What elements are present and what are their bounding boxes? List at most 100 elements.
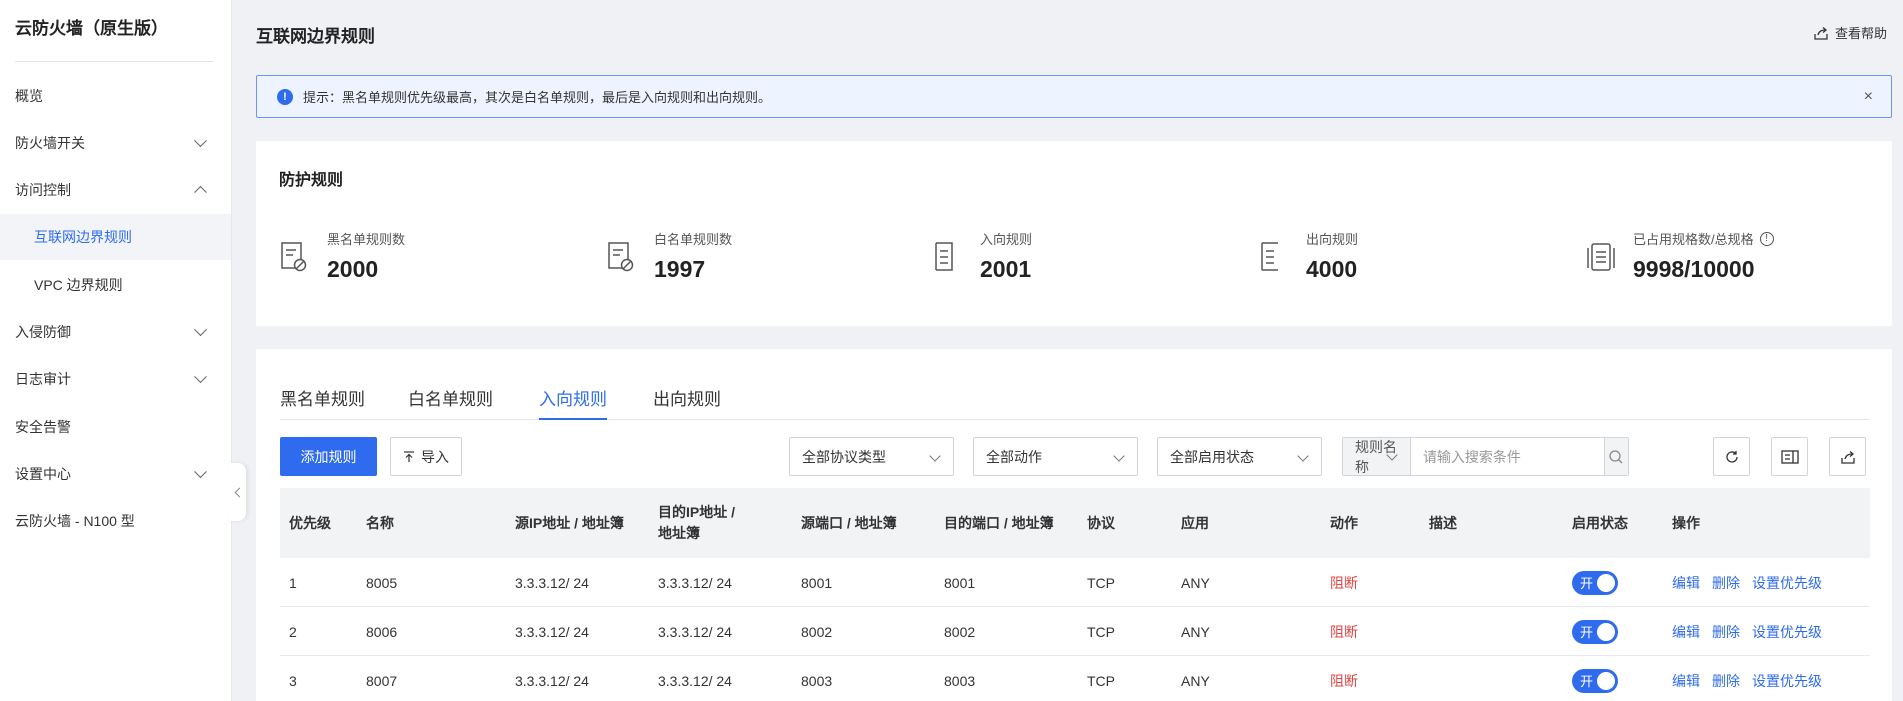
cell-src-ip: 3.3.3.12/ 24 <box>515 574 589 591</box>
document-list-icon <box>935 242 953 271</box>
import-button[interactable]: 导入 <box>390 437 462 476</box>
sidebar-item-label: 云防火墙 - N100 型 <box>15 513 135 529</box>
cell-priority: 3 <box>289 672 297 689</box>
document-check-icon <box>608 242 634 272</box>
sidebar-item-label: 安全告警 <box>15 419 71 435</box>
search-field-select[interactable]: 规则名称 <box>1343 438 1411 475</box>
column-header-line: 地址簿 <box>658 525 700 541</box>
upload-icon <box>404 450 414 462</box>
select-value: 规则名称 <box>1355 438 1397 475</box>
search-group: 规则名称 <box>1342 437 1629 476</box>
rules-table: 优先级 名称 源IP地址 / 地址簿 目的IP地址 / 地址簿 源端口 / 地址… <box>280 488 1870 701</box>
column-header-priority[interactable]: 优先级 <box>289 488 331 558</box>
chevron-down-icon <box>194 370 207 384</box>
refresh-icon <box>1725 450 1738 463</box>
edit-link[interactable]: 编辑 <box>1672 573 1700 593</box>
chevron-left-icon <box>234 487 245 497</box>
sidebar-item-access-control[interactable]: 访问控制 <box>0 167 231 213</box>
chevron-down-icon <box>194 323 207 337</box>
column-header-app[interactable]: 应用 <box>1181 488 1209 558</box>
brand-title: 云防火墙（原生版） <box>15 19 168 38</box>
column-header-description[interactable]: 描述 <box>1429 488 1457 558</box>
edit-link[interactable]: 编辑 <box>1672 671 1700 691</box>
close-icon[interactable]: × <box>1864 88 1873 106</box>
stat-label-text: 已占用规格数/总规格 <box>1633 232 1754 247</box>
sidebar: 云防火墙（原生版） 概览 防火墙开关 访问控制 互联网边界规则 VPC 边界规则… <box>0 0 232 701</box>
info-icon[interactable]: ! <box>1759 231 1774 246</box>
external-link-icon <box>1814 26 1828 40</box>
column-header-name[interactable]: 名称 <box>366 488 394 558</box>
stat-value: 9998/10000 <box>1633 256 1755 282</box>
column-settings-button[interactable] <box>1771 437 1808 476</box>
cell-protocol: TCP <box>1087 623 1115 640</box>
column-header-protocol[interactable]: 协议 <box>1087 488 1115 558</box>
sidebar-item-firewall-switch[interactable]: 防火墙开关 <box>0 120 231 166</box>
select-value: 全部协议类型 <box>802 448 886 465</box>
tab-outbound[interactable]: 出向规则 <box>653 385 721 420</box>
stat-label: 黑名单规则数 <box>327 232 406 247</box>
sidebar-item-log-audit[interactable]: 日志审计 <box>0 356 231 402</box>
help-link[interactable]: 查看帮助 <box>1813 23 1887 42</box>
edit-link[interactable]: 编辑 <box>1672 622 1700 642</box>
column-header-dst-ip[interactable]: 目的IP地址 / 地址簿 <box>658 488 735 558</box>
sidebar-item-label: 访问控制 <box>15 182 71 198</box>
sidebar-item-firewall-n100[interactable]: 云防火墙 - N100 型 <box>0 498 231 544</box>
sidebar-item-vpc-boundary-rules[interactable]: VPC 边界规则 <box>0 262 231 308</box>
column-header-dst-port[interactable]: 目的端口 / 地址簿 <box>944 488 1054 558</box>
stacked-documents-icon <box>1587 243 1615 271</box>
stat-inbound: 入向规则 2001 <box>932 229 1032 283</box>
status-toggle[interactable]: 开 <box>1572 619 1618 644</box>
set-priority-link[interactable]: 设置优先级 <box>1752 573 1822 593</box>
set-priority-link[interactable]: 设置优先级 <box>1752 671 1822 691</box>
status-filter-select[interactable]: 全部启用状态 <box>1157 437 1322 476</box>
sidebar-item-settings[interactable]: 设置中心 <box>0 451 231 497</box>
cell-name: 8005 <box>366 574 398 591</box>
tab-inbound[interactable]: 入向规则 <box>539 385 607 420</box>
cell-dst-port: 8002 <box>944 623 976 640</box>
search-input[interactable] <box>1410 438 1604 475</box>
stat-label: 出向规则 <box>1306 232 1359 247</box>
tab-blacklist[interactable]: 黑名单规则 <box>280 385 365 420</box>
column-header-src-ip[interactable]: 源IP地址 / 地址簿 <box>515 488 624 558</box>
sidebar-item-overview[interactable]: 概览 <box>0 73 231 119</box>
stat-whitelist: 白名单规则数 1997 <box>606 229 732 283</box>
cell-name: 8007 <box>366 672 398 689</box>
cell-dst-ip: 3.3.3.12/ 24 <box>658 672 732 689</box>
refresh-button[interactable] <box>1713 437 1750 476</box>
cell-protocol: TCP <box>1087 574 1115 591</box>
export-button[interactable] <box>1829 437 1866 476</box>
status-toggle[interactable]: 开 <box>1572 570 1618 595</box>
delete-link[interactable]: 删除 <box>1712 671 1740 691</box>
action-filter-select[interactable]: 全部动作 <box>973 437 1138 476</box>
delete-link[interactable]: 删除 <box>1712 622 1740 642</box>
sidebar-collapse-button[interactable] <box>230 463 246 521</box>
column-header-src-port[interactable]: 源端口 / 地址簿 <box>801 488 897 558</box>
cell-action: 阻断 <box>1330 623 1358 640</box>
status-toggle[interactable]: 开 <box>1572 668 1618 693</box>
table-header: 优先级 名称 源IP地址 / 地址簿 目的IP地址 / 地址簿 源端口 / 地址… <box>280 488 1870 558</box>
cell-status: 开 <box>1572 656 1618 701</box>
column-header-status[interactable]: 启用状态 <box>1572 488 1628 558</box>
set-priority-link[interactable]: 设置优先级 <box>1752 622 1822 642</box>
select-value: 全部启用状态 <box>1170 448 1254 465</box>
info-icon: ! <box>277 88 293 105</box>
protocol-filter-select[interactable]: 全部协议类型 <box>789 437 954 476</box>
search-button[interactable] <box>1603 438 1628 475</box>
column-header-action[interactable]: 动作 <box>1330 488 1358 558</box>
cell-dst-port: 8001 <box>944 574 976 591</box>
stat-value: 2001 <box>980 256 1032 282</box>
cell-operations: 编辑 删除 设置优先级 <box>1672 656 1834 701</box>
alert-text: 提示：黑名单规则优先级最高，其次是白名单规则，最后是入向规则和出向规则。 <box>303 90 772 105</box>
sidebar-item-internet-boundary-rules[interactable]: 互联网边界规则 <box>0 214 231 260</box>
sidebar-item-security-alerts[interactable]: 安全告警 <box>0 404 231 450</box>
cell-operations: 编辑 删除 设置优先级 <box>1672 558 1834 607</box>
cell-priority: 1 <box>289 574 297 591</box>
delete-link[interactable]: 删除 <box>1712 573 1740 593</box>
tab-whitelist[interactable]: 白名单规则 <box>408 385 493 420</box>
sidebar-item-intrusion-prevention[interactable]: 入侵防御 <box>0 309 231 355</box>
cell-protocol: TCP <box>1087 672 1115 689</box>
protection-rules-card: 防护规则 黑名单规则数 2000 白名单规则数 1997 入向规则 2001 出… <box>256 141 1892 326</box>
add-rule-button[interactable]: 添加规则 <box>280 437 377 476</box>
column-settings-icon <box>1780 449 1799 464</box>
stat-blacklist: 黑名单规则数 2000 <box>279 229 405 283</box>
